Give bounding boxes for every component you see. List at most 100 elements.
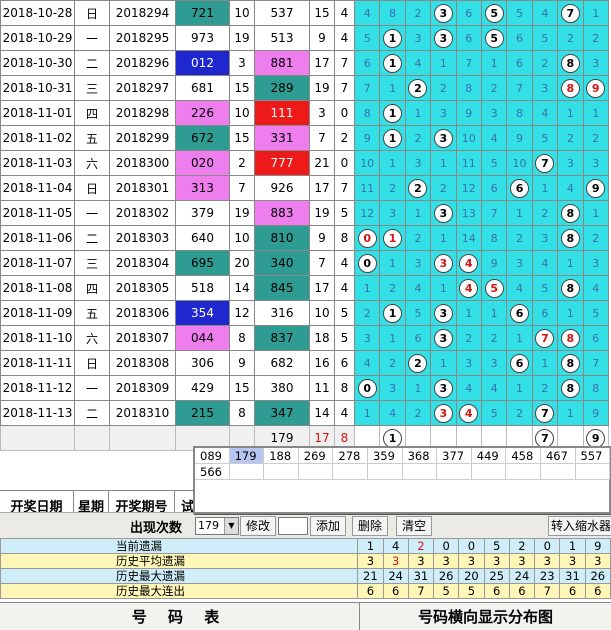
test-number: 721 xyxy=(175,0,230,26)
stats-value: 6 xyxy=(483,583,510,599)
number-list-item[interactable]: 359 xyxy=(367,448,403,464)
sum-value: 21 xyxy=(309,150,335,176)
dist-cell: 1 xyxy=(430,50,457,76)
issue-number: 2018295 xyxy=(109,25,176,51)
number-list-empty xyxy=(264,464,299,480)
add-button[interactable]: 添加 xyxy=(310,516,346,536)
dist-cell: 11 xyxy=(353,175,381,201)
number-list-item[interactable]: 458 xyxy=(506,448,541,464)
ball-number: 1 xyxy=(383,103,403,123)
dist-cell: 6 xyxy=(506,175,533,201)
dist-cell: 6 xyxy=(582,325,609,351)
dist-cell: 7 xyxy=(557,0,584,26)
number-list: 089 179 188 269 278 359 368 377 449 458 467 557 566 xyxy=(195,448,611,480)
dist-cell: 6 xyxy=(506,50,533,76)
stats-value: 3 xyxy=(534,553,561,569)
dist-cell: 3 xyxy=(531,75,559,101)
number-list-empty xyxy=(437,464,472,480)
dist-cell: 1 xyxy=(480,50,508,76)
number-input[interactable] xyxy=(278,517,308,535)
chevron-down-icon[interactable]: ▼ xyxy=(224,518,238,534)
draw-number: 537 xyxy=(254,0,310,26)
number-list-item[interactable]: 368 xyxy=(402,448,438,464)
dist-cell: 1 xyxy=(404,375,432,401)
sum-value: 15 xyxy=(309,0,335,26)
number-list-item[interactable]: 278 xyxy=(333,448,368,464)
weekday: 日 xyxy=(74,0,110,26)
sum-value: 9 xyxy=(309,225,335,251)
stats-value: 3 xyxy=(382,553,409,569)
dist-cell: 6 xyxy=(506,350,533,376)
dist-cell: 4 xyxy=(455,250,482,276)
stats-value: 3 xyxy=(483,553,510,569)
footer: 号 码 表 号码横向显示分布图 xyxy=(0,602,611,630)
dist-cell: 7 xyxy=(582,350,609,376)
number-list-item[interactable]: 449 xyxy=(471,448,507,464)
clear-button[interactable]: 清空 xyxy=(396,516,432,536)
draw-number: 682 xyxy=(254,350,310,376)
dist-cell: 4 xyxy=(455,400,482,426)
ball-number: 8 xyxy=(560,228,580,248)
weekday: 日 xyxy=(74,350,110,376)
ball-number: 3 xyxy=(433,28,453,48)
draw-date: 2018-10-29 xyxy=(0,25,75,51)
table-row: 2018-11-13 二 2018310 215 8 347 14 4 1 4 2 3 4 5 2 7 1 9 xyxy=(0,400,609,426)
ball-number: 8 xyxy=(560,78,580,98)
dist-cell: 2 xyxy=(430,175,457,201)
ball-number: 4 xyxy=(459,253,479,273)
number-list-item[interactable]: 188 xyxy=(264,448,299,464)
dist-cell: 1 xyxy=(430,225,457,251)
delete-button[interactable]: 删除 xyxy=(352,516,388,536)
number-list-item[interactable]: 269 xyxy=(298,448,334,464)
number-list-item[interactable]: 377 xyxy=(437,448,472,464)
stats-value: 24 xyxy=(382,568,409,584)
number-list-item[interactable]: 179 xyxy=(229,448,265,464)
number-list-item[interactable]: 089 xyxy=(195,448,230,464)
dist-cell: 3 xyxy=(582,150,609,176)
draw-date: 2018-11-02 xyxy=(0,125,75,151)
stats-row: 当前遗漏 1 4 2 0 0 5 2 0 1 9 xyxy=(0,538,611,554)
ball-number: 9 xyxy=(586,178,606,198)
ball-number: 4 xyxy=(459,278,479,298)
sum-value: 16 xyxy=(309,350,335,376)
dist-cell: 2 xyxy=(480,325,508,351)
stats-value: 3 xyxy=(508,553,536,569)
last-digit: 0 xyxy=(334,100,355,126)
draw-number: 111 xyxy=(254,100,310,126)
dist-cell: 13 xyxy=(455,200,482,226)
number-select[interactable]: 179 ▼ xyxy=(195,517,239,535)
table-row: 2018-10-28 日 2018294 721 10 537 15 4 4 8 2 3 6 5 5 4 7 1 xyxy=(0,0,609,26)
dist-cell: 4 xyxy=(557,175,584,201)
dist-cell: 3 xyxy=(430,250,457,276)
dist-cell: 5 xyxy=(480,150,508,176)
transfer-button[interactable]: 转入缩水器 xyxy=(548,516,611,536)
draw-date: 2018-10-28 xyxy=(0,0,75,26)
number-list-item[interactable]: 566 xyxy=(195,464,230,480)
draw-number: 777 xyxy=(254,150,310,176)
dist-cell: 1 xyxy=(557,300,584,326)
dist-cell: 5 xyxy=(480,25,508,51)
draw-date: 2018-11-04 xyxy=(0,175,75,201)
toolbar: 出现次数 179 ▼ 修改 添加 删除 清空 转入缩水器 xyxy=(0,512,611,538)
stats-value: 9 xyxy=(584,538,611,554)
weekday: 二 xyxy=(74,225,110,251)
stats-value: 31 xyxy=(559,568,586,584)
dist-cell: 2 xyxy=(582,125,609,151)
stats-value: 6 xyxy=(382,583,409,599)
dist-cell: 1 xyxy=(430,150,457,176)
dist-cell: 3 xyxy=(557,150,584,176)
ball-number: 8 xyxy=(560,378,580,398)
number-list-item[interactable]: 557 xyxy=(575,448,611,464)
draw-number: 347 xyxy=(254,400,310,426)
edit-button[interactable]: 修改 xyxy=(240,516,276,536)
stats-table: 当前遗漏 1 4 2 0 0 5 2 0 1 9 历史平均遗漏 3 3 3 3 3 3 3 3 3 3 历史最大遗漏 21 24… xyxy=(0,538,611,599)
dist-cell: 4 xyxy=(531,250,559,276)
dist-cell: 4 xyxy=(531,0,559,26)
dist-cell: 7 xyxy=(531,325,559,351)
number-list-item[interactable]: 467 xyxy=(540,448,576,464)
stats-row: 历史平均遗漏 3 3 3 3 3 3 3 3 3 3 xyxy=(0,553,611,569)
sum-value: 7 xyxy=(309,250,335,276)
dist-cell: 2 xyxy=(557,25,584,51)
dist-cell: 1 xyxy=(404,200,432,226)
table-row: 2018-11-06 二 2018303 640 10 810 9 8 0 1 2 1 14 8 2 3 8 2 xyxy=(0,225,609,251)
